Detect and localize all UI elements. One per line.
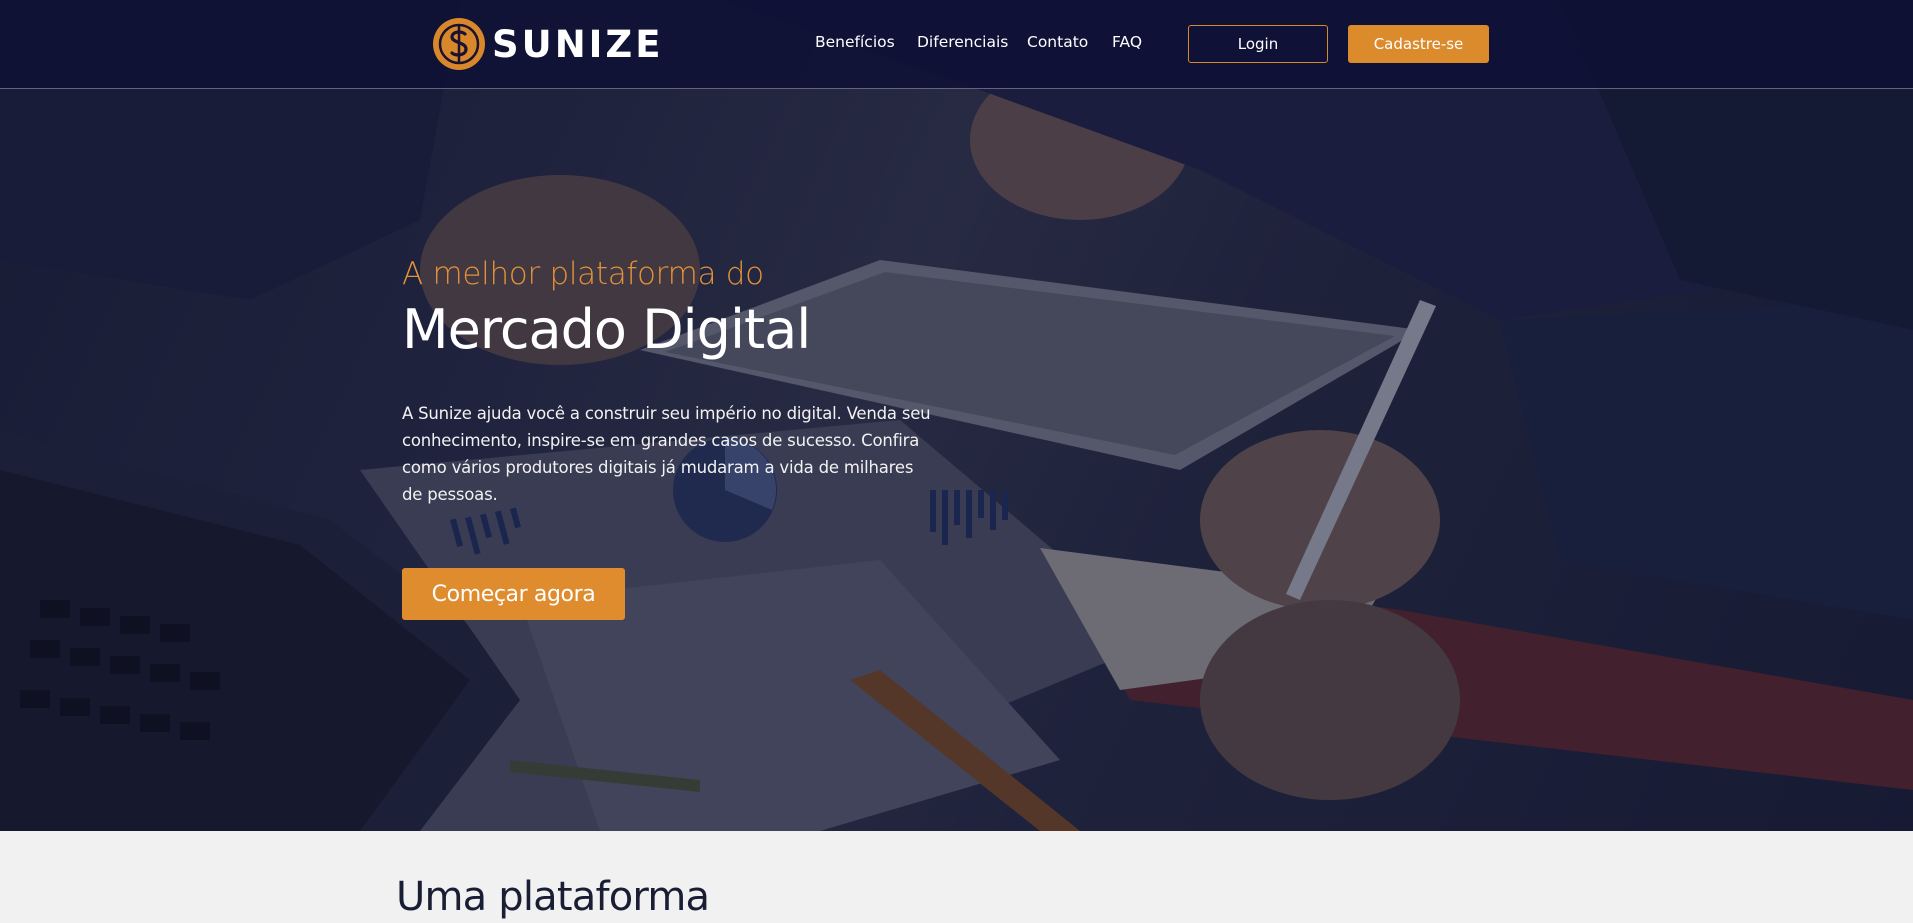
brand-logo[interactable]: SUNIZE [432,17,664,71]
sunize-dollar-logo-icon [433,18,485,70]
signup-button[interactable]: Cadastre-se [1348,25,1489,63]
hero-description: A Sunize ajuda você a construir seu impé… [402,404,931,504]
start-now-button[interactable]: Começar agora [402,568,625,620]
hero-kicker: A melhor plataforma do [402,256,764,292]
brand-name: SUNIZE [492,22,664,66]
section-title: Uma plataforma [396,874,710,920]
nav-link-diferenciais[interactable]: Diferenciais [917,33,1008,51]
nav-link-faq[interactable]: FAQ [1112,33,1142,51]
hero-title: Mercado Digital [402,298,811,361]
nav-link-contato[interactable]: Contato [1027,33,1088,51]
nav-link-beneficios[interactable]: Benefícios [815,33,895,51]
top-navbar: SUNIZE Benefícios Diferenciais Contato F… [0,0,1913,89]
hero-dark-overlay [0,0,1913,831]
login-button[interactable]: Login [1188,25,1328,63]
hero-section: A melhor plataforma do Mercado Digital A… [0,0,1913,831]
